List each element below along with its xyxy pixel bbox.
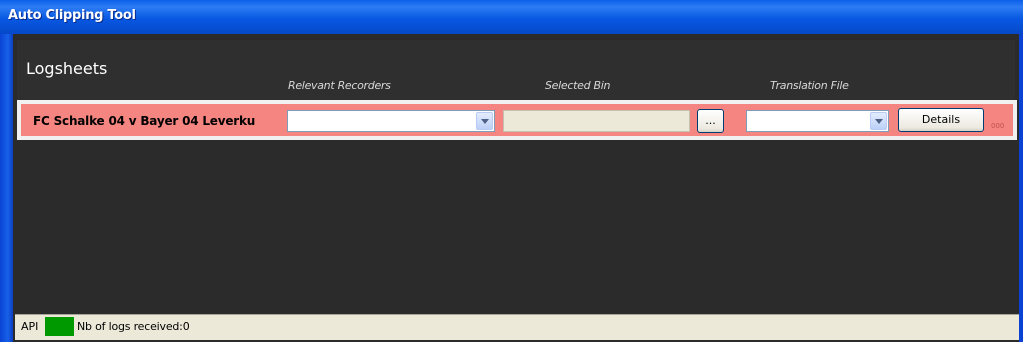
api-status-indicator bbox=[45, 317, 74, 336]
window-title: Auto Clipping Tool bbox=[8, 8, 136, 23]
chevron-down-icon[interactable] bbox=[870, 112, 887, 130]
section-title: Logsheets bbox=[26, 59, 108, 78]
app-window: Auto Clipping Tool bbox=[0, 0, 1023, 342]
column-header-translation: Translation File bbox=[770, 79, 849, 92]
row-indicator-label: 000 bbox=[991, 122, 1005, 130]
match-name-label: FC Schalke 04 v Bayer 04 Leverku bbox=[33, 114, 256, 128]
window-frame-right bbox=[1019, 34, 1023, 342]
column-header-bin: Selected Bin bbox=[545, 79, 611, 92]
recorders-dropdown[interactable] bbox=[287, 110, 495, 132]
selected-bin-field bbox=[503, 110, 690, 132]
details-button[interactable]: Details bbox=[898, 108, 984, 132]
logs-received-text: Nb of logs received:0 bbox=[77, 320, 190, 333]
window-frame-left bbox=[0, 34, 13, 342]
browse-bin-button[interactable]: ... bbox=[697, 109, 724, 133]
api-label: API bbox=[21, 320, 39, 333]
chevron-down-icon[interactable] bbox=[476, 112, 493, 130]
header-strip bbox=[17, 40, 1015, 102]
title-bar[interactable]: Auto Clipping Tool bbox=[0, 0, 1023, 34]
logsheets-panel bbox=[13, 34, 1019, 342]
column-header-recorders: Relevant Recorders bbox=[288, 79, 391, 92]
translation-file-dropdown[interactable] bbox=[746, 110, 889, 132]
